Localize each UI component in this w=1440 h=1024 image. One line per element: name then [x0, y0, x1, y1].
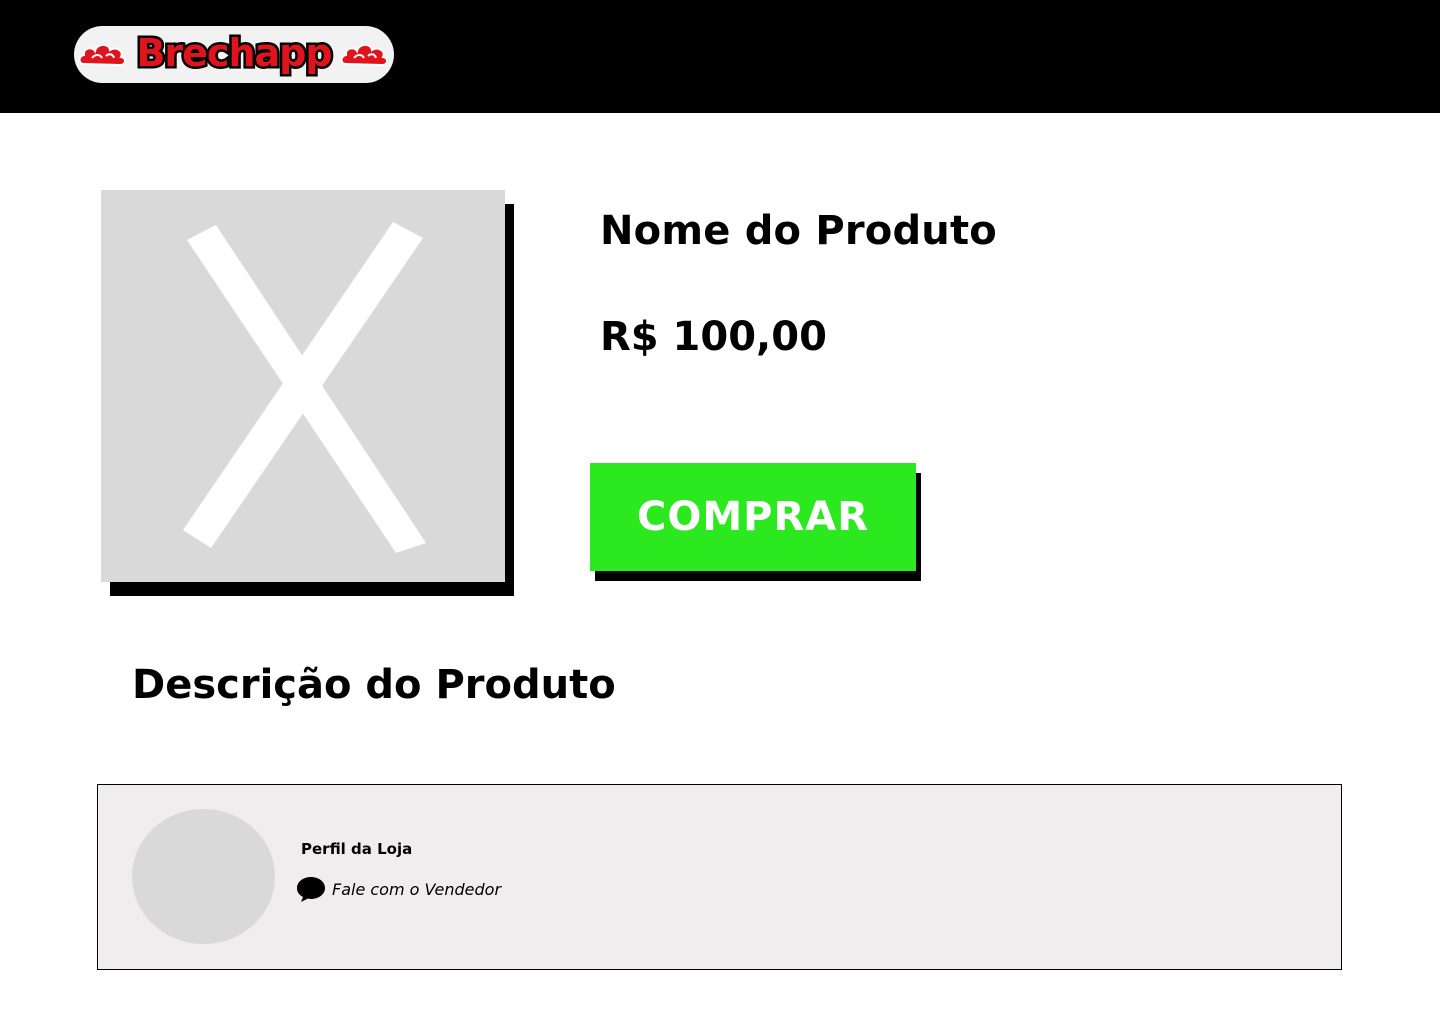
product-name: Nome do Produto — [600, 208, 997, 254]
product-price: R$ 100,00 — [600, 314, 827, 360]
store-avatar[interactable] — [132, 809, 275, 944]
store-card: Perfil da Loja Fale com o Vendedor — [97, 784, 1342, 970]
red-cloud-icon — [78, 43, 126, 67]
brechapp-logo[interactable]: Brechapp — [74, 26, 394, 83]
product-image-frame — [101, 190, 514, 596]
top-header: Brechapp — [0, 0, 1440, 113]
product-image[interactable] — [101, 190, 505, 582]
image-placeholder-icon — [183, 222, 426, 553]
store-profile-link[interactable]: Perfil da Loja — [301, 840, 412, 858]
product-description-title: Descrição do Produto — [132, 662, 616, 708]
chat-bubble-icon — [297, 877, 325, 902]
svg-text:Brechapp: Brechapp — [136, 31, 331, 75]
buy-button-wrap: COMPRAR — [590, 463, 921, 581]
red-cloud-icon — [340, 43, 388, 67]
brechapp-wordmark: Brechapp — [134, 29, 335, 78]
contact-seller-link[interactable]: Fale com o Vendedor — [296, 875, 501, 903]
contact-seller-label: Fale com o Vendedor — [332, 879, 502, 899]
buy-button[interactable]: COMPRAR — [590, 463, 916, 571]
